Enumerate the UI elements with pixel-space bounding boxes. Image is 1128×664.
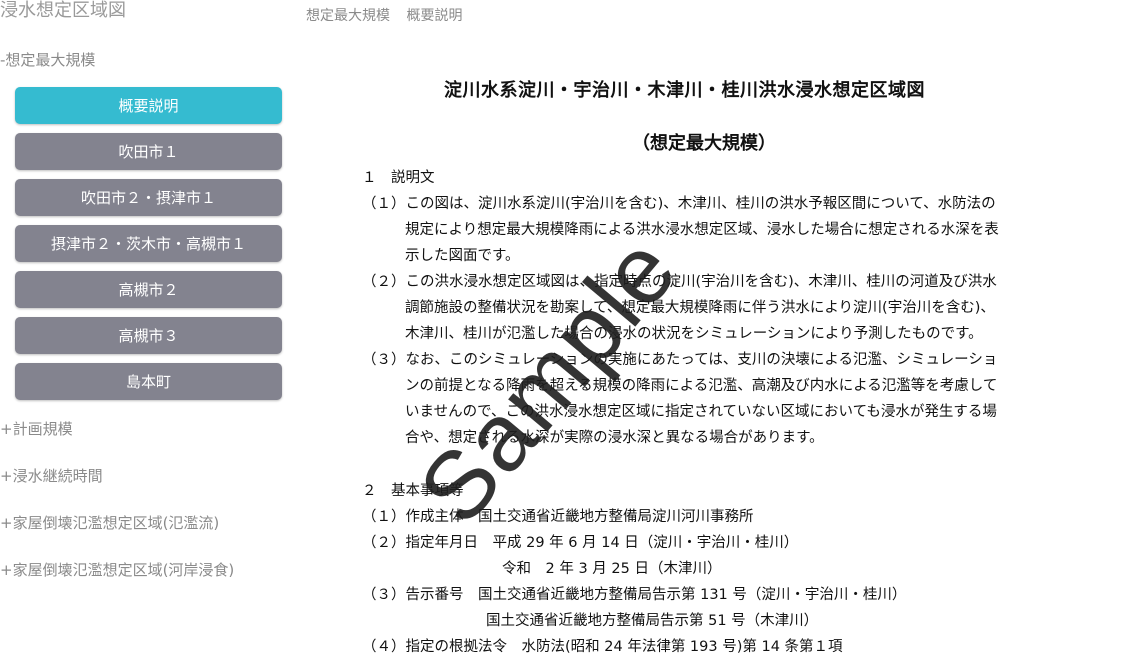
paragraph-line: 合や、想定される水深が実際の浸水深と異なる場合があります。 <box>405 430 824 446</box>
paragraph-line: 示した図面です。 <box>405 248 520 264</box>
menu-button-takatsuki-2[interactable]: 高槻市２ <box>15 271 282 308</box>
menu-button-overview[interactable]: 概要説明 <box>15 87 282 124</box>
menu-button-suita-2-settsu-1[interactable]: 吹田市２・摂津市１ <box>15 179 282 216</box>
paragraph-line: ンの前提となる降雨を超える規模の降雨による氾濫、高潮及び内水による氾濫等を考慮し… <box>405 378 998 394</box>
section-toggle-house-collapse-flow[interactable]: +家屋倒壊氾濫想定区域(氾濫流) <box>0 513 219 533</box>
section-toggle-max-scale[interactable]: -想定最大規模 <box>0 50 95 70</box>
breadcrumb-item-overview: 概要説明 <box>406 8 463 24</box>
paragraph-line: （３）なお、このシミュレーションの実施にあたっては、支川の決壊による氾濫、シミュ… <box>362 352 998 368</box>
paragraph-line: いませんので、この洪水浸水想定区域に指定されていない区域においても浸水が発生する… <box>405 404 997 420</box>
paragraph-line: 調節施設の整備状況を勘案して、想定最大規模降雨に伴う洪水により淀川(宇治川を含む… <box>405 300 995 316</box>
info-line: （２）指定年月日 平成 29 年 6 月 14 日（淀川・宇治川・桂川） <box>362 535 799 551</box>
menu-button-shimamoto[interactable]: 島本町 <box>15 363 282 400</box>
info-line: 国土交通省近畿地方整備局告示第 51 号（木津川） <box>486 613 819 629</box>
info-line: （４）指定の根拠法令 水防法(昭和 24 年法律第 193 号)第 14 条第１… <box>362 639 843 655</box>
menu-button-settsu-2-ibaraki-takatsuki-1[interactable]: 摂津市２・茨木市・高槻市１ <box>15 225 282 262</box>
document-title: 淀川水系淀川・宇治川・木津川・桂川洪水浸水想定区域図 <box>444 80 925 101</box>
section-toggle-flood-duration[interactable]: +浸水継続時間 <box>0 466 103 486</box>
info-line: 令和 2 年 3 月 25 日（木津川） <box>502 561 722 577</box>
app-title: 浸水想定区域図 <box>0 0 126 21</box>
section-toggle-planned-scale[interactable]: +計画規模 <box>0 419 73 439</box>
breadcrumb-item-max-scale[interactable]: 想定最大規模 <box>306 8 390 24</box>
breadcrumb: 想定最大規模 概要説明 <box>306 6 474 26</box>
document-subtitle: （想定最大規模） <box>632 133 776 154</box>
paragraph-line: （２）この洪水浸水想定区域図は、指定時点の淀川(宇治川を含む)、木津川、桂川の河… <box>362 274 997 290</box>
paragraph-line: 木津川、桂川が氾濫した場合の浸水の状況をシミュレーションにより予測したものです。 <box>405 326 983 342</box>
paragraph-line: （１）この図は、淀川水系淀川(宇治川を含む)、木津川、桂川の洪水予報区間について… <box>362 196 996 212</box>
section-toggle-house-collapse-erosion[interactable]: +家屋倒壊氾濫想定区域(河岸浸食) <box>0 560 234 580</box>
info-line: （１）作成主体 国土交通省近畿地方整備局淀川河川事務所 <box>362 509 754 525</box>
menu-button-suita-1[interactable]: 吹田市１ <box>15 133 282 170</box>
paragraph-line: 規定により想定最大規模降雨による洪水浸水想定区域、浸水した場合に想定される水深を… <box>405 222 999 238</box>
section-heading-basics: ２ 基本事項等 <box>362 483 464 499</box>
section-heading-explanation: １ 説明文 <box>362 170 435 186</box>
menu-button-takatsuki-3[interactable]: 高槻市３ <box>15 317 282 354</box>
info-line: （３）告示番号 国土交通省近畿地方整備局告示第 131 号（淀川・宇治川・桂川） <box>362 587 907 603</box>
sidebar: 浸水想定区域図 -想定最大規模 概要説明 吹田市１ 吹田市２・摂津市１ 摂津市２… <box>0 0 300 664</box>
